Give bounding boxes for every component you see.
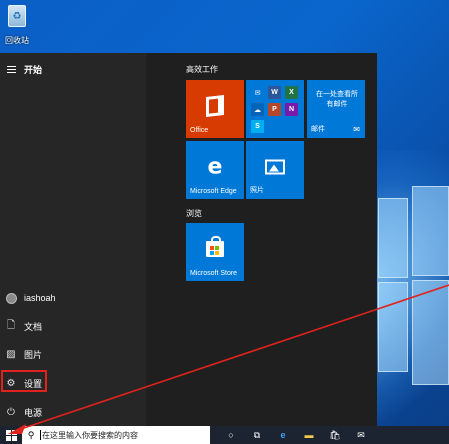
outlook-icon: ✉ <box>251 86 264 99</box>
search-icon: ⚲ <box>27 429 35 440</box>
tile-office-apps-folder[interactable]: ✉ W X ☁ P N S <box>246 80 304 138</box>
onedrive-icon: ☁ <box>251 103 264 116</box>
start-button[interactable] <box>0 426 22 444</box>
photos-icon <box>265 159 285 175</box>
desktop-icon-recycle-bin[interactable]: ♻ 回收站 <box>2 3 32 47</box>
onenote-icon: N <box>285 103 298 116</box>
tile-label: Microsoft Store <box>190 270 238 277</box>
nav-item-label: 文档 <box>24 321 43 332</box>
start-menu: 开始 iashoah 🗋 文档 ▨ 图片 ⚙ 设置 ⏻ 电源 高效工作 Offi… <box>0 53 377 426</box>
tile-label: Microsoft Edge <box>190 188 237 195</box>
document-icon: 🗋 <box>6 319 16 331</box>
tile-office[interactable]: Office <box>186 80 244 138</box>
tile-label: 邮件 <box>311 126 325 133</box>
user-name: iashoah <box>24 293 56 303</box>
nav-item-documents[interactable]: 🗋 文档 <box>0 315 146 337</box>
group-title-productivity: 高效工作 <box>186 65 218 74</box>
recycle-bin-icon: ♻ <box>8 5 26 27</box>
desktop-icon-label: 回收站 <box>5 36 29 45</box>
tile-label: Office <box>190 127 209 134</box>
store-icon <box>206 235 224 257</box>
cortana-icon[interactable]: ○ <box>220 426 242 444</box>
mail-taskbar-icon[interactable]: ✉ <box>350 426 372 444</box>
tiles-area: 高效工作 Office ✉ W X ☁ P N S 在一处查看所有邮件 邮件 ✉… <box>146 53 377 426</box>
word-icon: W <box>268 86 281 99</box>
mail-icon: ✉ <box>353 125 360 134</box>
nav-item-power[interactable]: ⏻ 电源 <box>0 401 146 423</box>
tile-store[interactable]: Microsoft Store <box>186 223 244 281</box>
powerpoint-icon: P <box>268 103 281 116</box>
nav-item-label: 电源 <box>24 407 43 418</box>
taskbar-search-box[interactable]: ⚲ 在这里输入你要搜索的内容 <box>22 426 210 444</box>
task-view-icon[interactable]: ⧉ <box>246 426 268 444</box>
avatar <box>5 292 17 304</box>
file-explorer-icon[interactable]: ▬ <box>298 426 320 444</box>
skype-icon: S <box>251 120 264 133</box>
start-menu-nav: 开始 iashoah 🗋 文档 ▨ 图片 ⚙ 设置 ⏻ 电源 <box>0 53 146 426</box>
start-menu-title: 开始 <box>24 64 43 75</box>
edge-icon: e <box>207 154 223 180</box>
tile-label: 照片 <box>250 187 264 194</box>
taskbar: ⚲ 在这里输入你要搜索的内容 ○ ⧉ e ▬ 🛍 ✉ <box>0 426 449 444</box>
nav-item-pictures[interactable]: ▨ 图片 <box>0 343 146 365</box>
store-taskbar-icon[interactable]: 🛍 <box>324 426 346 444</box>
mail-tile-text: 在一处查看所有邮件 <box>316 91 358 108</box>
tile-photos[interactable]: 照片 <box>246 141 304 199</box>
excel-icon: X <box>285 86 298 99</box>
power-icon: ⏻ <box>7 406 15 418</box>
office-icon <box>206 94 224 117</box>
search-placeholder: 在这里输入你要搜索的内容 <box>42 430 138 440</box>
hamburger-icon <box>0 68 22 70</box>
text-caret <box>40 430 41 440</box>
start-menu-expand-button[interactable]: 开始 <box>0 58 146 80</box>
windows-logo-icon <box>5 429 17 441</box>
group-title-browse: 浏览 <box>186 209 202 218</box>
wallpaper-window-logo <box>378 178 449 408</box>
pictures-icon: ▨ <box>6 348 16 360</box>
nav-item-user[interactable]: iashoah <box>0 287 146 309</box>
edge-taskbar-icon[interactable]: e <box>272 426 294 444</box>
tile-edge[interactable]: e Microsoft Edge <box>186 141 244 199</box>
tile-mail[interactable]: 在一处查看所有邮件 邮件 ✉ <box>307 80 365 138</box>
nav-item-label: 图片 <box>24 349 43 360</box>
settings-highlight-box <box>1 370 47 392</box>
